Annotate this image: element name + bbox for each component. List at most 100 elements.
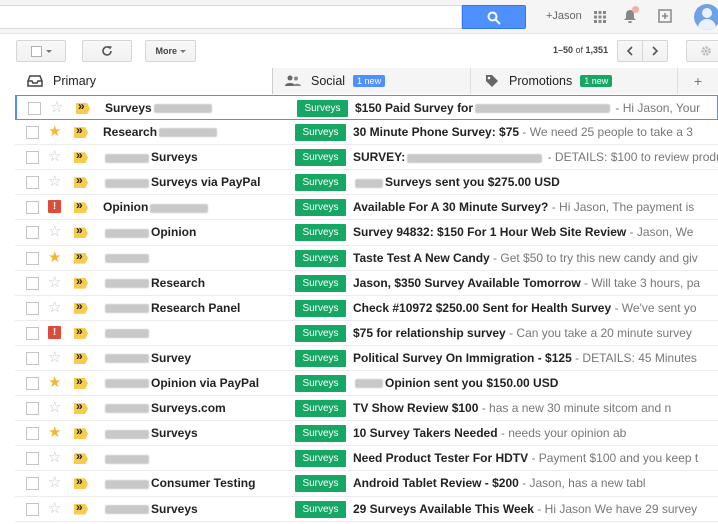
importance-marker-icon[interactable] <box>74 327 88 339</box>
tab-promotions[interactable]: Promotions 1 new <box>471 68 678 94</box>
notifications-bell-icon[interactable] <box>623 6 639 27</box>
row-checkbox[interactable] <box>26 402 39 416</box>
importance-marker-icon[interactable] <box>74 352 88 364</box>
email-row[interactable]: ! Surveys $75 for relationship survey - Ca… <box>15 320 718 346</box>
settings-button[interactable] <box>686 40 718 62</box>
star-filled-icon[interactable]: ★ <box>48 424 61 441</box>
email-row[interactable]: ★ Research Surveys 30 Minute Phone Survey: … <box>15 120 718 146</box>
email-row[interactable]: ! Opinion Surveys Available For A 30 Minute… <box>15 195 718 221</box>
surveys-label-chip[interactable]: Surveys <box>295 174 346 192</box>
surveys-label-chip[interactable]: Surveys <box>295 199 346 217</box>
star-outline-icon[interactable]: ☆ <box>48 173 61 190</box>
email-row[interactable]: ☆ Surveys Need Product Tester For HDTV - P… <box>15 446 718 472</box>
apps-grid-icon[interactable] <box>594 11 606 26</box>
surveys-label-chip[interactable]: Surveys <box>295 450 346 468</box>
star-outline-icon[interactable]: ☆ <box>48 474 61 491</box>
star-filled-icon[interactable]: ★ <box>48 249 61 266</box>
importance-marker-icon[interactable] <box>74 227 88 239</box>
row-checkbox[interactable] <box>26 427 39 441</box>
more-button[interactable]: More <box>145 40 196 62</box>
older-page-button[interactable] <box>642 40 668 62</box>
email-row[interactable]: ☆ Research Surveys Jason, $350 Survey Avail… <box>15 270 718 296</box>
email-row[interactable]: ☆ Survey Surveys Political Survey On Immigr… <box>15 345 718 372</box>
surveys-label-chip[interactable]: Surveys <box>295 375 346 393</box>
email-row[interactable]: ☆ Surveys.com Surveys TV Show Review $100 -… <box>15 396 718 422</box>
surveys-label-chip[interactable]: Surveys <box>295 349 346 367</box>
surveys-label-chip[interactable]: Surveys <box>295 274 346 292</box>
star-outline-icon[interactable]: ☆ <box>48 223 61 240</box>
star-filled-icon[interactable]: ★ <box>48 374 61 391</box>
surveys-label-chip[interactable]: Surveys <box>295 224 346 242</box>
surveys-label-chip[interactable]: Surveys <box>297 100 348 117</box>
surveys-label-chip[interactable]: Surveys <box>295 425 346 443</box>
importance-marker-icon[interactable] <box>74 127 88 139</box>
importance-marker-icon[interactable] <box>76 103 90 114</box>
email-row[interactable]: ☆ Surveys via PayPal Surveys Surveys sent y… <box>15 170 718 196</box>
importance-marker-icon[interactable] <box>74 428 88 440</box>
importance-marker-icon[interactable] <box>74 503 88 515</box>
surveys-label-chip[interactable]: Surveys <box>295 299 346 317</box>
row-checkbox[interactable] <box>26 276 39 290</box>
star-outline-icon[interactable]: ☆ <box>50 99 63 116</box>
refresh-button[interactable] <box>82 40 132 62</box>
star-filled-icon[interactable]: ★ <box>48 123 61 140</box>
surveys-label-chip[interactable]: Surveys <box>295 400 346 418</box>
important-exclamation-icon[interactable]: ! <box>48 325 61 339</box>
search-input[interactable] <box>0 5 462 29</box>
importance-marker-icon[interactable] <box>74 453 88 465</box>
star-outline-icon[interactable]: ☆ <box>48 148 61 165</box>
importance-marker-icon[interactable] <box>74 478 88 490</box>
email-row[interactable]: ★ Surveys Surveys 10 Survey Takers Needed -… <box>15 421 718 447</box>
surveys-label-chip[interactable]: Surveys <box>295 475 346 493</box>
row-checkbox[interactable] <box>26 502 39 516</box>
email-row[interactable]: ☆ Consumer Testing Surveys Android Tablet R… <box>15 471 718 497</box>
select-all-checkbox[interactable] <box>30 45 42 57</box>
surveys-label-chip[interactable]: Surveys <box>295 249 346 267</box>
tab-primary[interactable]: Primary <box>15 68 273 94</box>
select-dropdown-button[interactable] <box>16 40 66 62</box>
importance-marker-icon[interactable] <box>74 152 88 164</box>
star-outline-icon[interactable]: ☆ <box>48 500 61 517</box>
importance-marker-icon[interactable] <box>74 403 88 415</box>
email-row[interactable]: ☆ Surveys Surveys $150 Paid Survey for - Hi… <box>15 95 718 121</box>
importance-marker-icon[interactable] <box>74 378 88 390</box>
star-outline-icon[interactable]: ☆ <box>48 274 61 291</box>
row-checkbox[interactable] <box>26 477 39 491</box>
row-checkbox[interactable] <box>26 126 39 140</box>
row-checkbox[interactable] <box>28 102 41 115</box>
star-outline-icon[interactable]: ☆ <box>48 299 61 316</box>
row-checkbox[interactable] <box>26 326 39 340</box>
surveys-label-chip[interactable]: Surveys <box>295 149 346 167</box>
importance-marker-icon[interactable] <box>74 177 88 189</box>
surveys-label-chip[interactable]: Surveys <box>295 324 346 342</box>
add-tab-button[interactable]: + <box>678 68 718 94</box>
row-checkbox[interactable] <box>26 176 39 190</box>
share-plus-icon[interactable] <box>658 9 672 26</box>
email-row[interactable]: ☆ Surveys Surveys SURVEY: - DETAILS: $100 t… <box>15 145 718 171</box>
email-row[interactable]: ☆ Research Panel Surveys Check #10972 $250.… <box>15 295 718 321</box>
email-row[interactable]: ★ Surveys Taste Test A New Candy - Get $50… <box>15 245 718 271</box>
important-exclamation-icon[interactable]: ! <box>48 200 61 214</box>
row-checkbox[interactable] <box>26 251 39 265</box>
tab-social[interactable]: Social 1 new <box>273 68 471 94</box>
row-checkbox[interactable] <box>26 377 39 391</box>
surveys-label-chip[interactable]: Surveys <box>295 500 346 518</box>
row-checkbox[interactable] <box>26 151 39 165</box>
surveys-label-chip[interactable]: Surveys <box>295 124 346 142</box>
row-checkbox[interactable] <box>26 452 39 466</box>
email-row[interactable]: ☆ Surveys Surveys 29 Surveys Available This… <box>15 496 718 522</box>
email-row[interactable]: ☆ Opinion Surveys Survey 94832: $150 For 1 … <box>15 220 718 246</box>
row-checkbox[interactable] <box>26 301 39 315</box>
row-checkbox[interactable] <box>26 226 39 240</box>
star-outline-icon[interactable]: ☆ <box>48 449 61 466</box>
importance-marker-icon[interactable] <box>74 202 88 214</box>
user-link[interactable]: +Jason <box>546 10 582 22</box>
row-checkbox[interactable] <box>26 351 39 365</box>
row-checkbox[interactable] <box>26 201 39 215</box>
importance-marker-icon[interactable] <box>74 252 88 264</box>
importance-marker-icon[interactable] <box>74 302 88 314</box>
search-button[interactable] <box>462 5 526 29</box>
star-outline-icon[interactable]: ☆ <box>48 399 61 416</box>
newer-page-button[interactable] <box>617 40 643 62</box>
avatar[interactable] <box>694 4 718 30</box>
